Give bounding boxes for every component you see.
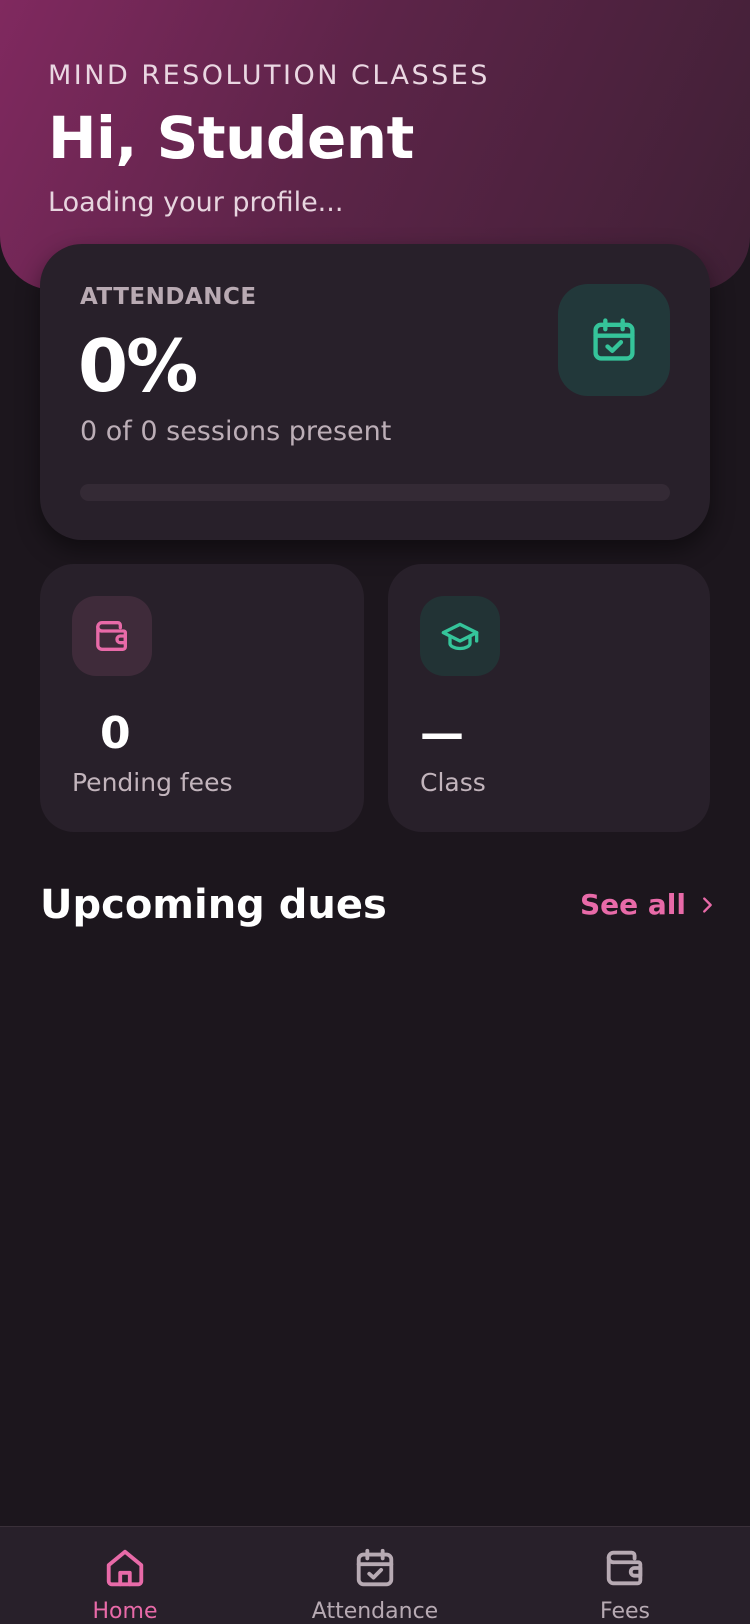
brand-name: MIND RESOLUTION CLASSES xyxy=(48,60,490,91)
bottom-navigation: Home Attendance Fees xyxy=(0,1526,750,1624)
attendance-percentage: 0% xyxy=(78,324,198,408)
nav-home-label: Home xyxy=(92,1599,158,1624)
attendance-icon-box xyxy=(558,284,670,396)
profile-status: Loading your profile... xyxy=(48,187,344,218)
nav-fees-label: Fees xyxy=(600,1599,650,1624)
attendance-label: ATTENDANCE xyxy=(80,284,257,310)
home-icon xyxy=(106,1549,144,1587)
upcoming-dues-title: Upcoming dues xyxy=(40,882,387,928)
wallet-icon xyxy=(96,621,128,651)
fees-icon-box xyxy=(72,596,152,676)
see-all-link[interactable]: See all xyxy=(580,888,718,921)
class-icon-box xyxy=(420,596,500,676)
greeting-title: Hi, Student xyxy=(48,104,414,172)
pending-fees-card[interactable]: 0 Pending fees xyxy=(40,564,364,832)
class-value: — xyxy=(420,708,464,759)
nav-attendance-label: Attendance xyxy=(311,1599,439,1624)
nav-fees[interactable]: Fees xyxy=(540,1545,710,1624)
chevron-right-icon xyxy=(703,896,712,913)
calendar-check-icon xyxy=(356,1548,394,1587)
pending-fees-value: 0 xyxy=(100,708,131,759)
app-screen: MIND RESOLUTION CLASSES Hi, Student Load… xyxy=(0,0,750,1624)
see-all-label: See all xyxy=(580,888,686,921)
calendar-check-icon xyxy=(593,318,635,361)
nav-attendance[interactable]: Attendance xyxy=(290,1545,460,1624)
attendance-summary: 0 of 0 sessions present xyxy=(80,416,392,447)
nav-home[interactable]: Home xyxy=(40,1545,210,1624)
attendance-progress-bar xyxy=(80,484,670,501)
class-label: Class xyxy=(420,768,486,797)
graduation-cap-icon xyxy=(441,622,479,651)
attendance-card[interactable]: ATTENDANCE 0% 0 of 0 sessions present xyxy=(40,244,710,540)
class-card[interactable]: — Class xyxy=(388,564,710,832)
pending-fees-label: Pending fees xyxy=(72,768,233,797)
wallet-icon xyxy=(606,1550,643,1586)
